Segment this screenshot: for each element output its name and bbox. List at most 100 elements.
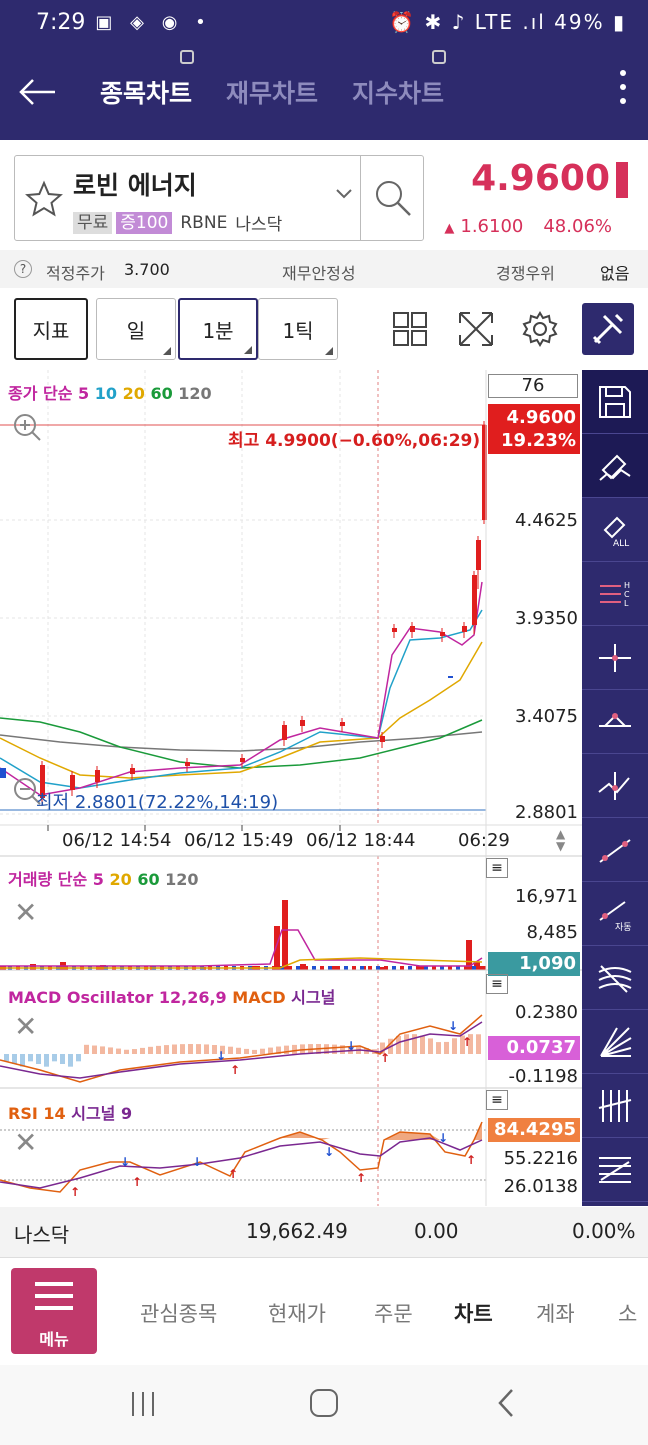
count-box[interactable]: 76 [488, 374, 578, 398]
fan-lines-icon[interactable] [582, 1010, 648, 1074]
index-ticker-bar[interactable]: 나스닥 19,662.49 0.00 0.00% [0, 1207, 648, 1257]
hcl-lines-icon[interactable]: HCL [582, 562, 648, 626]
horizontal-lines-icon[interactable] [582, 1138, 648, 1202]
home-icon[interactable] [308, 1387, 340, 1419]
period-tick-button[interactable]: 1틱 [258, 298, 338, 360]
menu-button[interactable]: 메뉴 [11, 1268, 97, 1354]
macd-histogram-bar [172, 1044, 177, 1054]
stock-tags: 무료 증100 RBNE 나스닥 [73, 210, 282, 235]
stock-selector[interactable]: 로빈 에너지 무료 증100 RBNE 나스닥 [14, 155, 424, 241]
vertical-lines-icon[interactable] [582, 1074, 648, 1138]
eraser-icon[interactable] [582, 434, 648, 498]
zoom-in-icon[interactable] [12, 412, 42, 446]
period-minute-button[interactable]: 1분 [178, 298, 258, 360]
close-volume-icon[interactable]: ✕ [14, 896, 37, 929]
candle [282, 725, 287, 740]
back-button[interactable] [0, 44, 76, 140]
nav-account[interactable]: 계좌 [536, 1298, 575, 1328]
status-right: ⏰ ✱ ♪ LTE .ıl 49% ▮ [389, 10, 626, 34]
volume-legend[interactable]: 거래량 단순 5 20 60 120 [8, 866, 199, 890]
auto-trend-icon[interactable]: 자동 [582, 882, 648, 946]
volume-ma5-line [0, 929, 483, 967]
macd-histogram-bar [124, 1049, 129, 1054]
chevron-down-icon[interactable] [335, 188, 353, 200]
price-change: ▲ 1.6100 48.06% [444, 216, 612, 237]
recent-apps-icon[interactable] [128, 1389, 158, 1419]
rsi-tick-1: 55.2216 [503, 1148, 578, 1169]
hamburger-icon [35, 1282, 73, 1318]
save-drawing-icon[interactable] [582, 370, 648, 434]
macd-histogram-bar [132, 1049, 137, 1054]
candle [340, 722, 345, 726]
macd-histogram-bar [28, 1054, 33, 1062]
svg-text:↓: ↓ [216, 1049, 226, 1063]
macd-histogram-bar [100, 1046, 105, 1054]
macd-histogram-bar [452, 1038, 457, 1054]
help-icon[interactable]: ? [14, 260, 32, 278]
svg-text:↑: ↑ [380, 1051, 390, 1065]
rsi-tick-2: 26.0138 [503, 1176, 578, 1197]
volume-bar [480, 966, 486, 970]
macd-histogram-bar [164, 1045, 169, 1054]
nav-quote[interactable]: 현재가 [268, 1298, 326, 1328]
macd-histogram-bar [4, 1054, 9, 1062]
candle [300, 720, 305, 726]
more-menu-icon[interactable] [620, 70, 630, 104]
competitive-label: 경쟁우위 [496, 264, 555, 283]
low-price-label: 최저 2.8801(72.22%,14:19) [36, 792, 279, 813]
macd-panel-menu-icon[interactable]: ≡ [486, 974, 508, 994]
nav-watchlist[interactable]: 관심종목 [140, 1298, 217, 1328]
candle-down [0, 768, 6, 778]
volume-bar [472, 966, 476, 970]
back-nav-icon[interactable] [494, 1387, 518, 1419]
indicator-button[interactable]: 지표 [14, 298, 88, 360]
nav-more[interactable]: 소 [618, 1298, 637, 1328]
network-label: LTE [474, 10, 514, 34]
macd-histogram-bar [148, 1046, 153, 1054]
eraser-all-icon[interactable]: ALL [582, 498, 648, 562]
favorite-star-icon[interactable] [25, 180, 63, 218]
peak-point-icon[interactable] [582, 690, 648, 754]
x-scroll-arrows-icon[interactable]: ▲ ▼ [556, 828, 565, 852]
layout-grid-icon[interactable] [386, 305, 434, 353]
price-candles [0, 421, 487, 806]
tab-index-chart[interactable]: 지수차트 [352, 50, 447, 110]
trend-line-icon[interactable] [582, 818, 648, 882]
arc-lines-icon[interactable] [582, 946, 648, 1010]
volume-panel-menu-icon[interactable]: ≡ [486, 858, 508, 878]
zigzag-point-icon[interactable] [582, 754, 648, 818]
system-navigation [0, 1365, 648, 1445]
volume-bar [384, 966, 388, 970]
settings-gear-icon[interactable] [516, 305, 564, 353]
tab-financial-chart[interactable]: 재무차트 [226, 74, 318, 110]
svg-text:↑: ↑ [230, 1063, 240, 1077]
macd-legend[interactable]: MACD Oscillator 12,26,9 MACD 시그널 [8, 984, 335, 1008]
rsi-panel-menu-icon[interactable]: ≡ [486, 1090, 508, 1110]
fullscreen-icon[interactable] [452, 305, 500, 353]
volume-bar [368, 966, 372, 970]
close-macd-icon[interactable]: ✕ [14, 1010, 37, 1043]
back-arrow-icon [19, 79, 55, 105]
close-rsi-icon[interactable]: ✕ [14, 1126, 37, 1159]
chart-area[interactable]: ↓ ↓ ↓ ↑ ↑ ↑ ↓ ↓ ↓ ↓ ↑ ↑ ↑ ↑ ↑ 종가 단순 5 10 20 60 120 … [0, 370, 582, 1206]
search-button[interactable] [360, 156, 424, 240]
tab-stock-chart[interactable]: 종목차트 [100, 50, 195, 110]
svg-text:H: H [624, 581, 630, 590]
candle [240, 758, 245, 762]
svg-text:ALL: ALL [613, 539, 629, 548]
volume-bar [320, 966, 324, 970]
candle [95, 770, 100, 782]
cross-point-icon[interactable] [582, 626, 648, 690]
tag-free: 무료 [73, 211, 113, 234]
rsi-legend[interactable]: RSI 14 시그널 9 [8, 1100, 132, 1124]
nav-chart[interactable]: 차트 [454, 1298, 493, 1328]
price-ma-legend[interactable]: 종가 단순 5 10 20 60 120 [8, 380, 212, 404]
nav-order[interactable]: 주문 [374, 1298, 413, 1328]
macd-histogram-bar [292, 1044, 297, 1054]
y-tick-4: 2.8801 [515, 802, 578, 823]
period-day-button[interactable]: 일 [96, 298, 176, 360]
fair-price-label: 적정주가 [46, 264, 105, 283]
current-price-tag: 4.9600 19.23% [488, 404, 580, 454]
svg-text:↑: ↑ [132, 1175, 142, 1189]
drawing-tools-icon[interactable] [582, 303, 634, 355]
